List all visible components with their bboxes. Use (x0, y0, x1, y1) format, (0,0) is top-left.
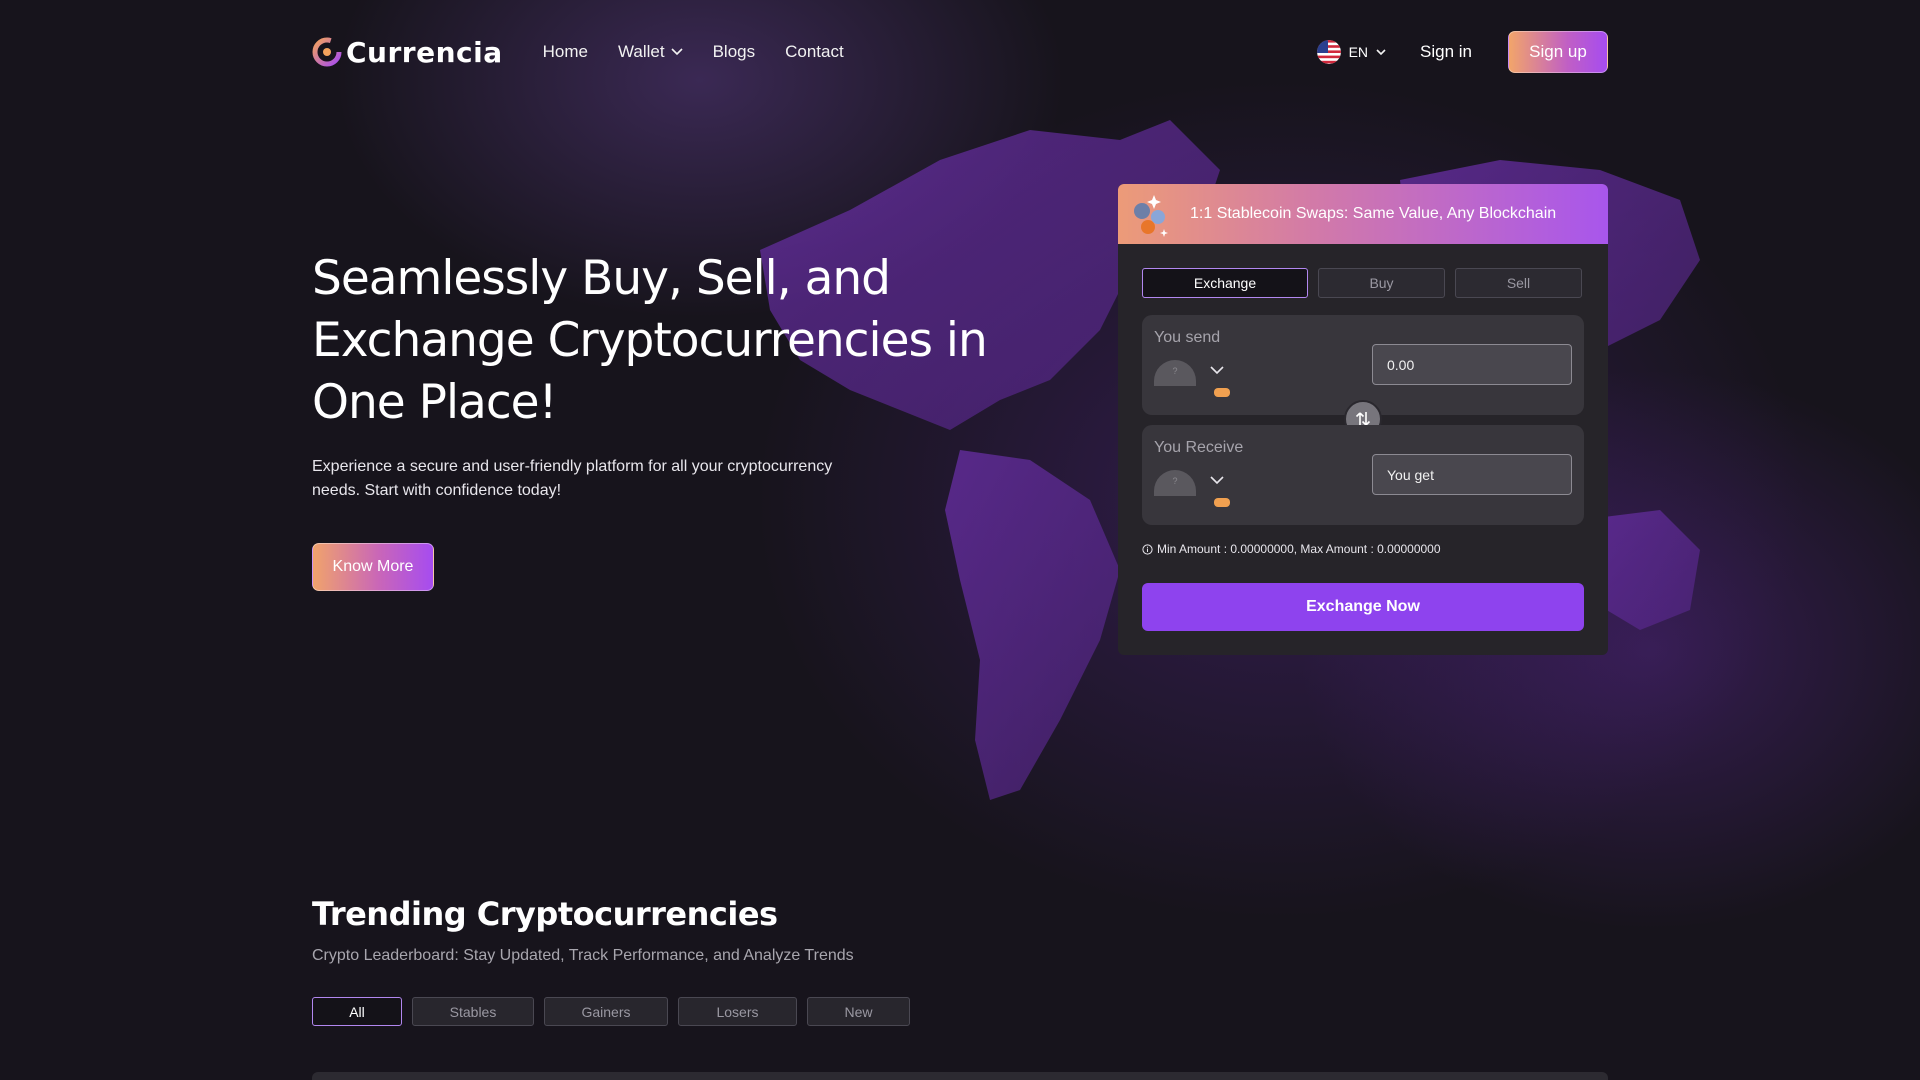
filter-new[interactable]: New (807, 997, 910, 1026)
receive-coin-selector[interactable]: ? (1154, 470, 1196, 496)
network-badge (1214, 388, 1230, 397)
tab-sell[interactable]: Sell (1455, 268, 1582, 298)
brand-logo[interactable]: Currencia (312, 36, 503, 69)
know-more-button[interactable]: Know More (312, 543, 434, 591)
exchange-tabs: Exchange Buy Sell (1142, 268, 1584, 298)
signup-button[interactable]: Sign up (1508, 31, 1608, 73)
banner-text: 1:1 Stablecoin Swaps: Same Value, Any Bl… (1190, 205, 1557, 222)
trending-title: Trending Cryptocurrencies (312, 895, 778, 933)
hero-subtitle: Experience a secure and user-friendly pl… (312, 458, 833, 499)
stablecoin-banner[interactable]: 1:1 Stablecoin Swaps: Same Value, Any Bl… (1118, 184, 1608, 244)
filter-stables[interactable]: Stables (412, 997, 534, 1026)
send-amount-input[interactable]: 0.00 (1372, 344, 1572, 385)
trending-table (312, 1072, 1608, 1080)
nav-link-wallet-label: Wallet (617, 42, 665, 61)
amount-limits-text: Min Amount : 0.00000000, Max Amount : 0.… (1157, 542, 1441, 556)
top-navbar: Currencia Home Wallet Blogs Contact EN S… (312, 30, 1608, 74)
filter-losers[interactable]: Losers (678, 997, 797, 1026)
exchange-widget: 1:1 Stablecoin Swaps: Same Value, Any Bl… (1118, 184, 1608, 655)
coin-placeholder-icon: ? (1172, 476, 1178, 486)
receive-amount-input[interactable]: You get (1372, 454, 1572, 495)
amount-limits: Min Amount : 0.00000000, Max Amount : 0.… (1142, 542, 1441, 556)
chevron-down-icon (1376, 48, 1386, 55)
coin-placeholder-icon: ? (1172, 366, 1178, 376)
language-code: EN (1348, 44, 1369, 60)
nav-link-blogs[interactable]: Blogs (713, 42, 756, 62)
signin-link[interactable]: Sign in (1420, 42, 1472, 62)
nav-link-home[interactable]: Home (543, 42, 588, 62)
coins-icon (1134, 195, 1168, 237)
nav-actions: EN Sign in Sign up (1316, 31, 1608, 73)
exchange-now-button[interactable]: Exchange Now (1142, 583, 1584, 631)
nav-links: Home Wallet Blogs Contact (543, 42, 844, 62)
network-badge (1214, 498, 1230, 507)
trending-filters: All Stables Gainers Losers New (312, 997, 910, 1026)
info-icon (1142, 543, 1153, 555)
us-flag-icon (1316, 40, 1341, 64)
trending-subtitle: Crypto Leaderboard: Stay Updated, Track … (312, 947, 854, 964)
filter-all[interactable]: All (312, 997, 402, 1026)
chevron-down-icon[interactable] (1210, 365, 1224, 375)
brand-name: Currencia (346, 35, 503, 69)
language-selector[interactable]: EN (1316, 40, 1386, 64)
background-glow (0, 0, 1920, 1080)
send-coin-selector[interactable]: ? (1154, 360, 1196, 386)
receive-panel: You Receive ? You get (1142, 425, 1584, 525)
filter-gainers[interactable]: Gainers (544, 997, 668, 1026)
send-label: You send (1154, 329, 1221, 346)
currencia-logo-icon (312, 37, 342, 67)
tab-exchange[interactable]: Exchange (1142, 268, 1308, 298)
chevron-down-icon[interactable] (1210, 475, 1224, 485)
chevron-down-icon (671, 48, 683, 56)
nav-link-wallet[interactable]: Wallet (618, 42, 683, 62)
hero-title: Seamlessly Buy, Sell, and Exchange Crypt… (312, 251, 988, 430)
nav-link-contact[interactable]: Contact (785, 42, 844, 62)
receive-label: You Receive (1154, 439, 1244, 456)
tab-buy[interactable]: Buy (1318, 268, 1445, 298)
